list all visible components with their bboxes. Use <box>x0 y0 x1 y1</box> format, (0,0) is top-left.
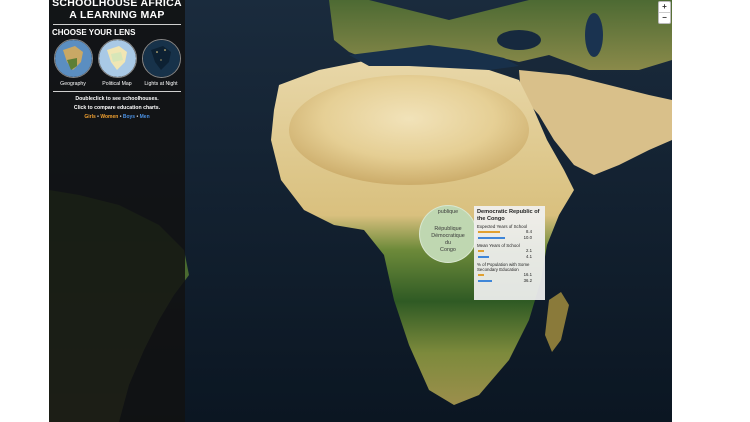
lens-country-line: Démocratique <box>431 233 465 239</box>
zoom-control: + − <box>658 1 671 24</box>
lens-heading: CHOOSE YOUR LENS <box>52 28 136 37</box>
boys-bar <box>478 237 505 239</box>
lens-label: Political Map <box>102 81 132 87</box>
lens-label: Lights at Night <box>144 81 178 87</box>
globe-icon <box>141 39 181 78</box>
legend: Girls • Women • Boys • Men <box>49 114 185 120</box>
bar-value: 8.4 <box>526 229 532 234</box>
lens-label: Geography <box>60 81 86 87</box>
women-bar <box>478 250 484 252</box>
legend-girls: Girls <box>84 114 96 120</box>
sahara-desert <box>289 75 529 185</box>
legend-separator: • <box>97 114 99 120</box>
women-bar <box>478 274 485 276</box>
lens-country-line: Congo <box>440 247 456 253</box>
zoom-in-button[interactable]: + <box>659 2 670 12</box>
info-country-title: Democratic Republic of the Congo <box>477 209 540 222</box>
sidebar-panel: SCHOOLHOUSE AFRICA A LEARNING MAP CHOOSE… <box>49 0 185 422</box>
legend-men: Men <box>139 114 150 120</box>
legend-separator: • <box>136 114 139 120</box>
lens-top-label: publique <box>437 209 459 215</box>
legend-boys: Boys <box>122 114 136 120</box>
lens-option-geography[interactable]: Geography <box>53 39 93 87</box>
legend-separator: • <box>119 114 122 120</box>
black-sea <box>497 30 541 50</box>
globe-icon <box>97 39 137 78</box>
bar-row: 10.0 <box>477 235 542 241</box>
zoom-out-button[interactable]: − <box>659 12 670 23</box>
app-subtitle: A LEARNING MAP <box>69 9 165 21</box>
bar-row: 36.2 <box>477 278 542 284</box>
hint-click: Click to compare education charts. <box>73 105 161 111</box>
lens-country-line: République <box>434 226 462 232</box>
men-bar <box>478 280 493 282</box>
globe-icon <box>53 39 93 78</box>
bar-value: 16.1 <box>523 272 532 277</box>
bar-value: 10.0 <box>523 235 532 240</box>
legend-women: Women <box>100 114 119 120</box>
divider <box>53 91 181 92</box>
lens-options: Geography Political Map Lights at Night <box>49 37 185 87</box>
men-bar <box>478 256 489 258</box>
lens-option-lights-at-night[interactable]: Lights at Night <box>141 39 181 87</box>
hint-doubleclick: Doubleclick to see schoolhouses. <box>75 96 159 102</box>
divider <box>53 24 181 25</box>
bar-value: 2.1 <box>526 248 532 253</box>
country-info-card: Democratic Republic of the Congo Expecte… <box>474 206 545 300</box>
lens-magnifier[interactable]: publique République Démocratique du Cong… <box>420 206 476 262</box>
app-title: SCHOOLHOUSE AFRICA <box>52 0 182 9</box>
lens-country-line: du <box>445 240 451 246</box>
girls-bar <box>478 231 501 233</box>
caspian-sea <box>585 13 603 57</box>
bar-value: 36.2 <box>523 278 532 283</box>
metric-label: % of Population with Some Secondary Educ… <box>477 262 530 272</box>
lens-option-political-map[interactable]: Political Map <box>97 39 137 87</box>
bar-row: 4.1 <box>477 254 542 260</box>
bar-value: 4.1 <box>526 254 532 259</box>
